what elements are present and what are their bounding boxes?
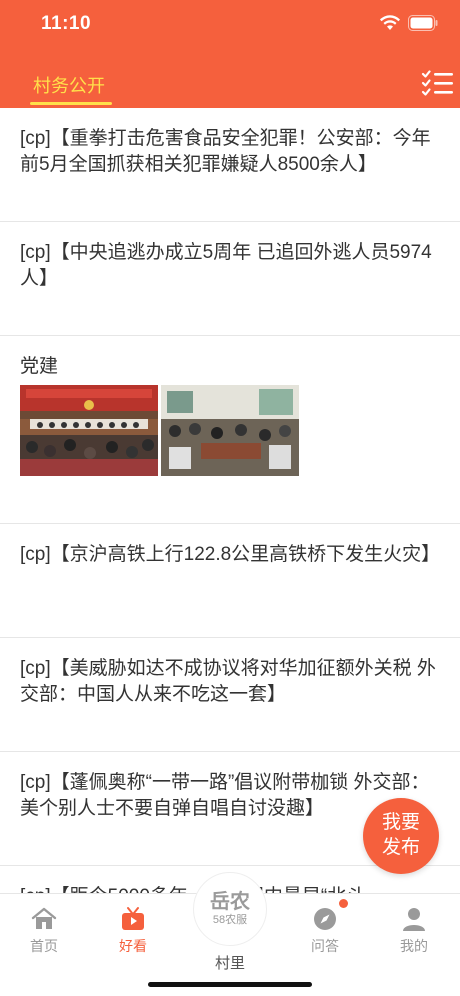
- list-item[interactable]: [cp]【中央追逃办成立5周年 已追回外逃人员5974人】: [0, 222, 460, 336]
- item-title: 党建: [20, 356, 59, 377]
- nav-home[interactable]: 首页: [8, 894, 80, 964]
- tv-icon: [122, 907, 144, 930]
- thumbnail-image: [20, 385, 158, 476]
- battery-icon: [408, 15, 438, 31]
- news-feed[interactable]: [cp]【重拳打击危害食品安全犯罪！公安部：今年前5月全国抓获相关犯罪嫌疑人85…: [0, 108, 460, 893]
- home-icon: [31, 907, 57, 929]
- notification-dot: [339, 899, 348, 908]
- nav-home-label: 首页: [30, 938, 58, 954]
- wifi-icon: [380, 15, 400, 30]
- compass-icon: [314, 908, 336, 930]
- item-title: [cp]【中央追逃办成立5周年 已追回外逃人员5974人】: [20, 242, 432, 289]
- center-village-button[interactable]: 岳农 58农服: [193, 872, 267, 946]
- item-title: [cp]【京沪高铁上行122.8公里高铁桥下发生火灾】: [20, 544, 441, 565]
- nav-watch[interactable]: 好看: [97, 894, 169, 964]
- publish-button-line2: 发布: [381, 837, 420, 858]
- nav-watch-label: 好看: [119, 938, 147, 954]
- list-item[interactable]: [cp]【重拳打击危害食品安全犯罪！公安部：今年前5月全国抓获相关犯罪嫌疑人85…: [0, 108, 460, 222]
- nav-village-label: 村里: [214, 955, 245, 972]
- thumbnail-image: [161, 385, 299, 476]
- status-time: 11:10: [41, 13, 92, 34]
- list-item[interactable]: [cp]【京沪高铁上行122.8公里高铁桥下发生火灾】: [0, 524, 460, 638]
- nav-qa-label: 问答: [311, 938, 339, 954]
- nav-mine-label: 我的: [400, 938, 428, 954]
- nav-mine[interactable]: 我的: [378, 894, 450, 964]
- publish-button-line1: 我要: [381, 812, 420, 833]
- home-indicator: [148, 982, 312, 987]
- thumbnail-row: [20, 385, 300, 476]
- list-item[interactable]: [cp]【美威胁如达不成协议将对华加征额外关税 外交部：中国人从来不吃这一套】: [0, 638, 460, 752]
- bottom-nav: 首页 好看 岳农 58农服 村里 问答 我的: [0, 872, 460, 996]
- nav-qa[interactable]: 问答: [289, 894, 361, 964]
- item-title: [cp]【美威胁如达不成协议将对华加征额外关税 外交部：中国人从来不吃这一套】: [20, 658, 436, 705]
- tab-underline: [30, 102, 112, 105]
- tab-village-affairs[interactable]: 村务公开: [33, 72, 105, 98]
- channel-menu-icon[interactable]: [421, 70, 455, 98]
- publish-button[interactable]: 我要 发布: [363, 798, 439, 874]
- channel-tabbar: 村务公开: [0, 62, 460, 108]
- item-title: [cp]【重拳打击危害食品安全犯罪！公安部：今年前5月全国抓获相关犯罪嫌疑人85…: [20, 128, 431, 175]
- center-logo-subtext: 58农服: [212, 914, 248, 926]
- app-header: 11:10 村务公开: [0, 0, 460, 108]
- list-item[interactable]: 党建: [0, 336, 460, 524]
- status-bar: 11:10: [0, 0, 460, 50]
- center-logo-text: 岳农: [210, 891, 250, 913]
- user-icon: [403, 908, 425, 931]
